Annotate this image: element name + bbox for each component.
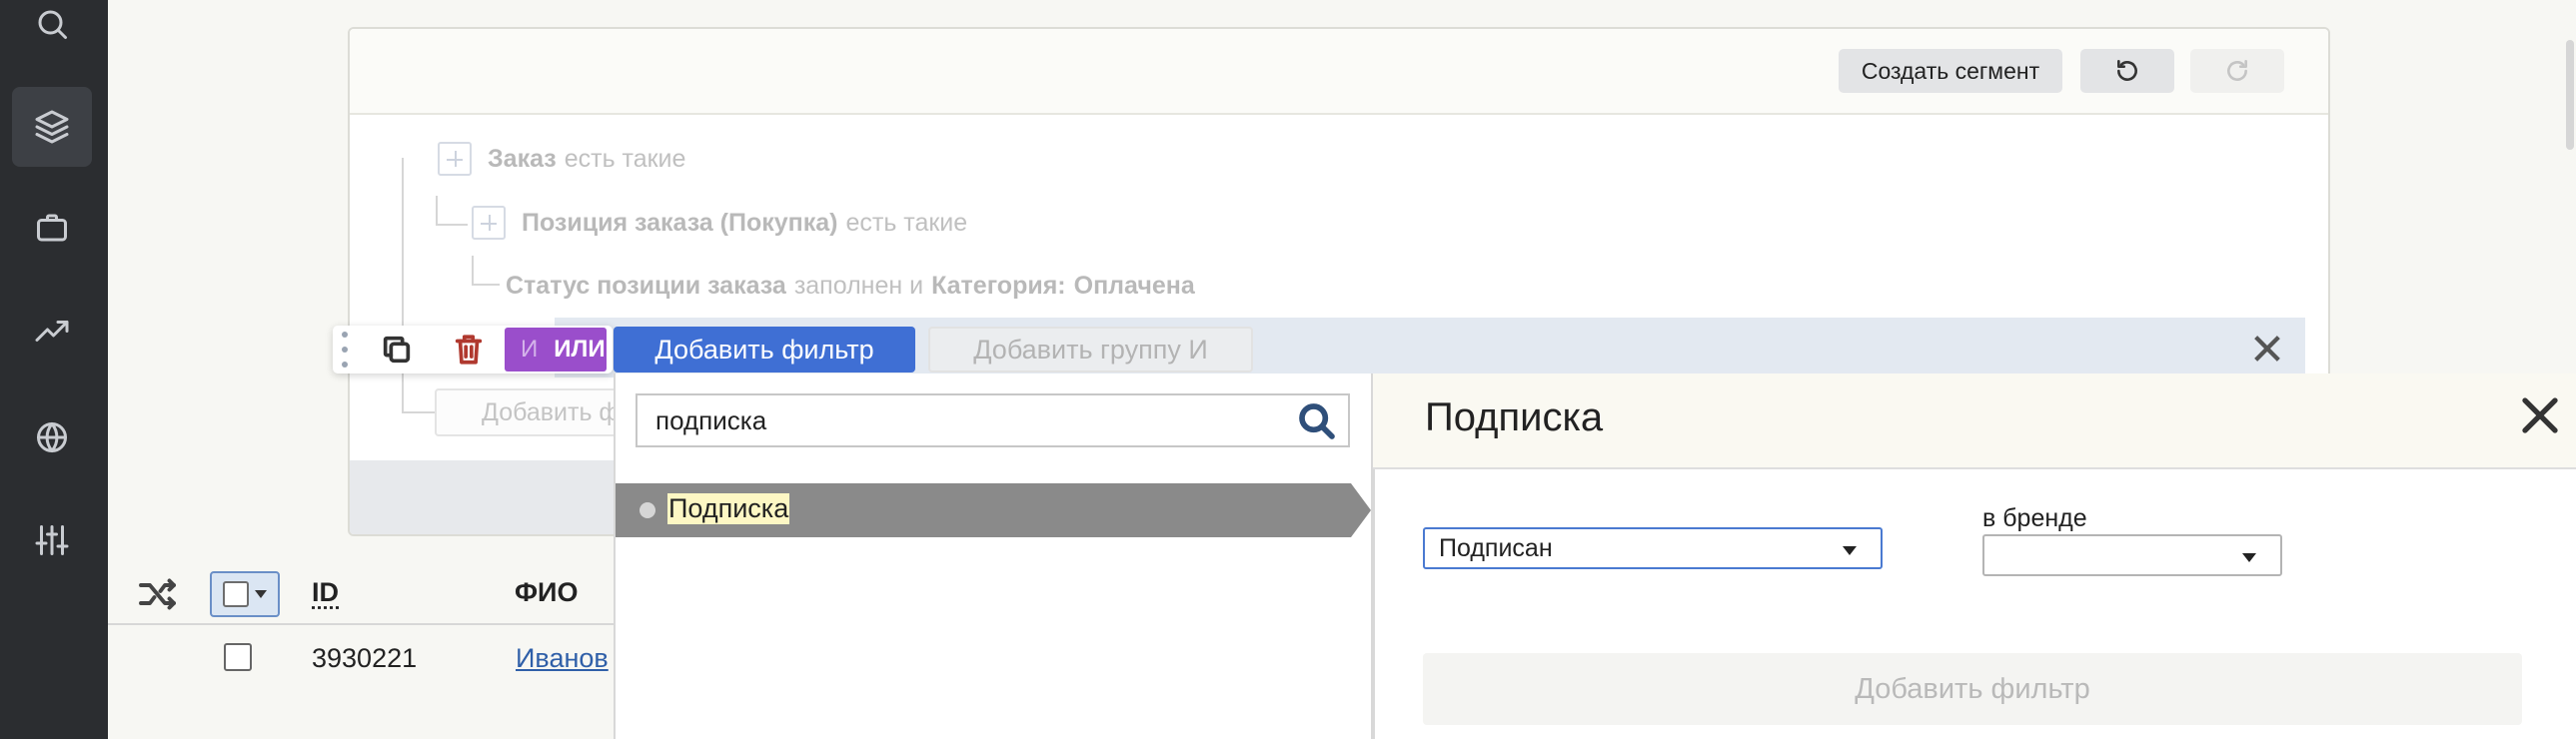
table-divider [108, 623, 618, 625]
close-icon[interactable] [2520, 395, 2560, 435]
and-option[interactable]: И [505, 336, 546, 364]
tree-row-category: Категория: [931, 272, 1066, 300]
tree-row-condition: есть такие [564, 144, 686, 173]
tree-row-order[interactable]: Заказ есть такие [438, 142, 685, 176]
tree-row-title: Статус позиции заказа [506, 272, 786, 300]
search-result-label[interactable]: Подписка [667, 493, 790, 524]
trending-icon[interactable] [12, 293, 92, 372]
tree-connector [436, 196, 468, 226]
expand-plus-icon[interactable] [438, 142, 472, 176]
briefcase-icon[interactable] [12, 188, 92, 268]
search-icon[interactable] [1297, 401, 1337, 441]
subscription-status-select[interactable]: Подписан [1423, 527, 1883, 569]
copy-icon[interactable] [378, 331, 416, 369]
add-group-button[interactable]: Добавить группу И [928, 327, 1253, 372]
chevron-down-icon [2242, 553, 2256, 562]
filter-detail-title: Подписка [1425, 395, 1604, 439]
or-option[interactable]: ИЛИ [546, 336, 607, 364]
tree-row-status[interactable]: Статус позиции заказа заполнен и Категор… [506, 272, 1195, 301]
shuffle-icon[interactable] [138, 577, 180, 611]
card-header: Создать сегмент [350, 29, 2328, 115]
row-checkbox[interactable] [224, 643, 252, 671]
brand-select[interactable] [1982, 534, 2282, 576]
table-cell-fio-link[interactable]: Иванов [516, 643, 609, 674]
redo-button[interactable] [2190, 49, 2284, 93]
tree-connector [472, 256, 500, 286]
chevron-down-icon [1843, 546, 1857, 555]
search-icon[interactable] [12, 0, 92, 64]
page-scrollbar[interactable] [2566, 40, 2574, 150]
add-filter-ghost-button[interactable]: Добавить ф [435, 388, 635, 436]
brand-label: в бренде [1982, 504, 2087, 532]
subscription-status-value: Подписан [1439, 533, 1553, 562]
main-sidebar [0, 0, 108, 739]
globe-icon[interactable] [12, 397, 92, 477]
tree-row-category-value: Оплачена [1073, 272, 1195, 300]
close-group-icon[interactable] [2250, 332, 2284, 366]
redo-icon [2227, 59, 2247, 81]
select-all-dropdown[interactable] [210, 571, 280, 617]
expand-plus-icon[interactable] [472, 206, 506, 240]
tree-connector [402, 158, 436, 413]
undo-icon [2117, 59, 2137, 81]
sliders-icon[interactable] [12, 500, 92, 580]
trash-icon[interactable] [450, 331, 488, 369]
create-segment-button[interactable]: Создать сегмент [1839, 49, 2062, 93]
result-bullet-icon [640, 502, 655, 518]
column-header-id[interactable]: ID [312, 577, 339, 608]
and-or-toggle[interactable]: И ИЛИ [505, 328, 607, 371]
detail-add-filter-button[interactable]: Добавить фильтр [1423, 653, 2522, 725]
layers-icon[interactable] [12, 87, 92, 167]
drag-handle-icon[interactable] [338, 332, 352, 368]
column-header-fio[interactable]: ФИО [515, 577, 578, 608]
chevron-down-icon [255, 590, 267, 598]
tree-row-title: Заказ [488, 144, 557, 173]
add-filter-button[interactable]: Добавить фильтр [614, 327, 915, 372]
tree-row-order-item[interactable]: Позиция заказа (Покупка) есть такие [472, 206, 967, 240]
select-all-checkbox[interactable] [223, 581, 249, 607]
tree-row-condition: есть такие [845, 208, 968, 237]
filter-search-input[interactable] [636, 393, 1350, 447]
undo-button[interactable] [2080, 49, 2174, 93]
tree-row-condition: заполнен и [793, 272, 924, 300]
tree-row-title: Позиция заказа (Покупка) [522, 208, 838, 237]
table-cell-id: 3930221 [312, 643, 418, 673]
